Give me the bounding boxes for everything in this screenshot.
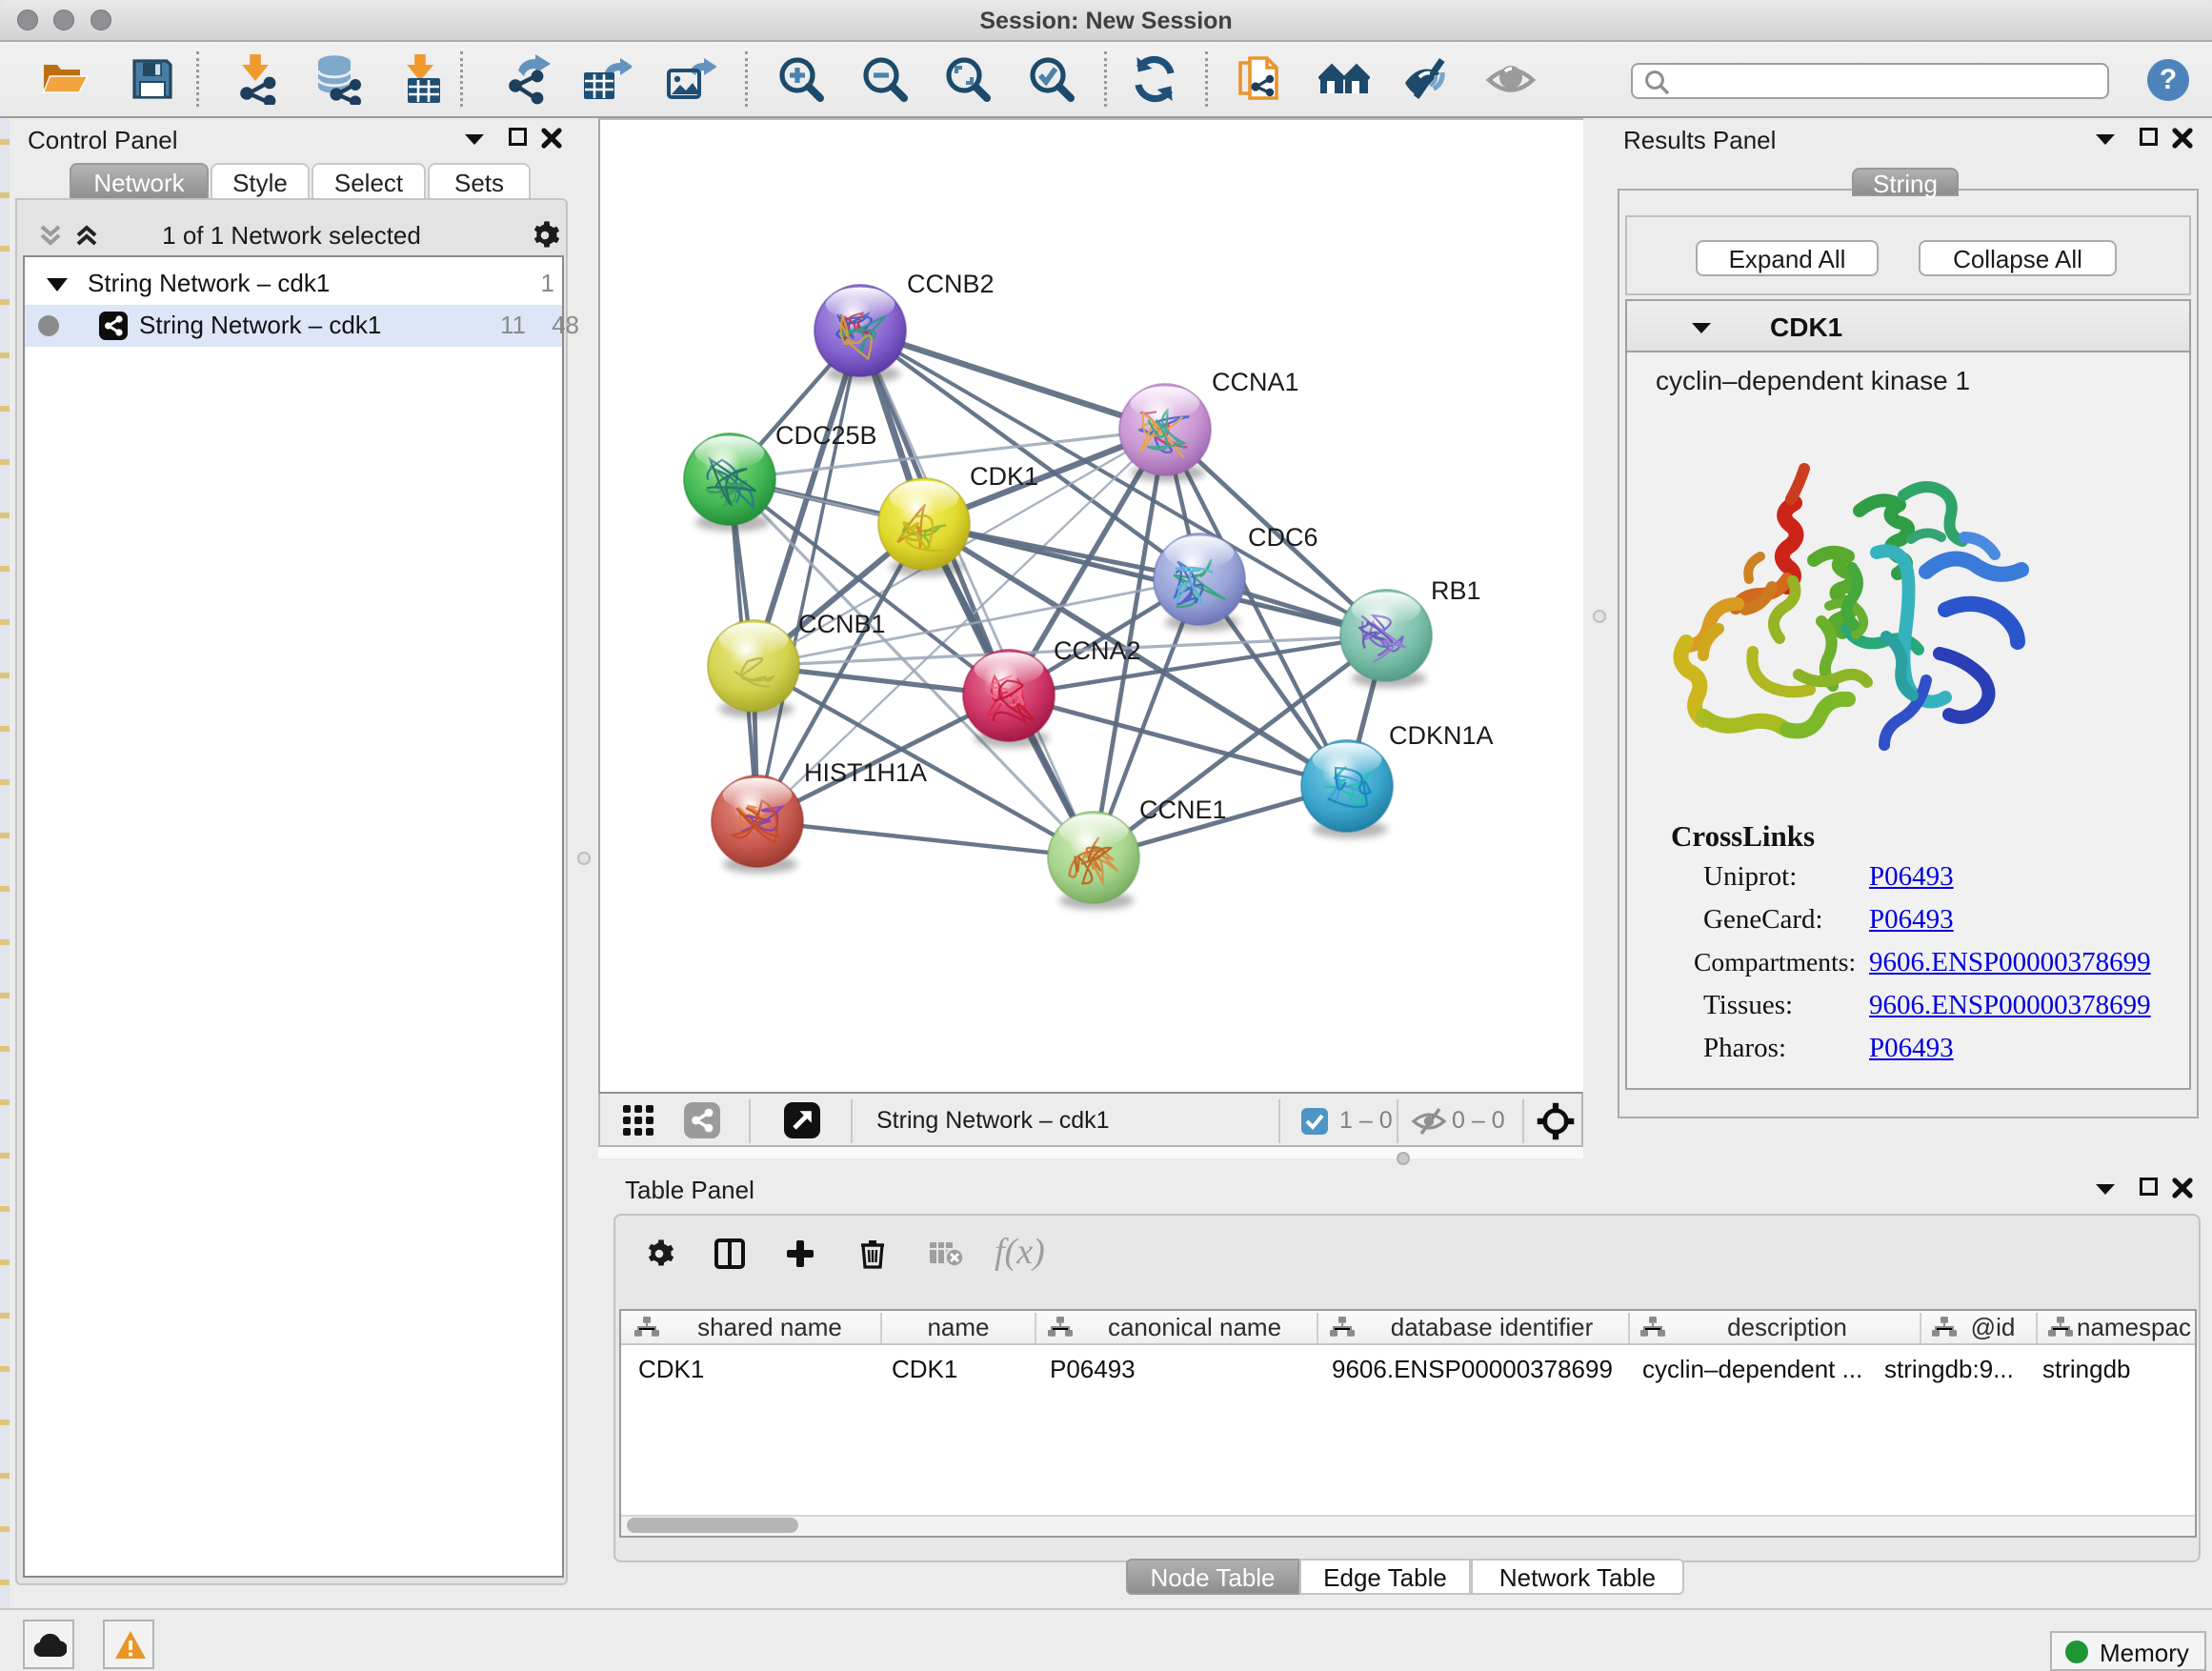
svg-text:CDKN1A: CDKN1A: [1389, 721, 1494, 750]
svg-text:CCNB1: CCNB1: [798, 610, 886, 638]
svg-text:CCNA2: CCNA2: [1054, 636, 1141, 665]
svg-text:CCNA1: CCNA1: [1212, 368, 1299, 396]
svg-text:CCNE1: CCNE1: [1139, 795, 1227, 824]
svg-text:CDC25B: CDC25B: [775, 421, 877, 450]
svg-text:HIST1H1A: HIST1H1A: [804, 758, 927, 787]
svg-text:CDC6: CDC6: [1248, 523, 1318, 552]
svg-text:RB1: RB1: [1431, 576, 1481, 605]
svg-text:CDK1: CDK1: [970, 462, 1038, 491]
svg-text:CCNB2: CCNB2: [907, 270, 995, 298]
